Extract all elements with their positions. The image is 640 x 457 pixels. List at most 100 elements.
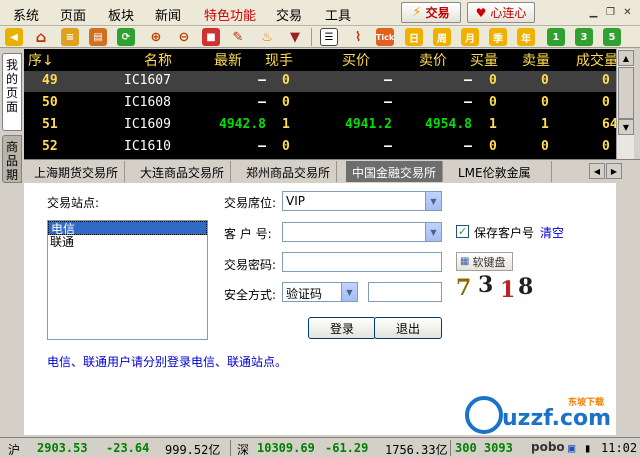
site-label: 交易站点: — [47, 196, 100, 210]
m1-label: 1 — [552, 31, 560, 43]
toolbar: ◀ ⌂ ≡ ▤ ⟳ ⊕ ⊖ ■ ✎ ♨ ▼ ☰ ⌇ Tick 日 周 月 季 年… — [0, 26, 640, 48]
security-value: 验证码 — [286, 287, 323, 301]
tab-czce[interactable]: 郑州商品交易所 — [240, 161, 338, 182]
tab-dce[interactable]: 大连商品交易所 — [134, 161, 232, 182]
quote-row[interactable]: 49 IC1607 — 0 — — 0 0 0 — [24, 71, 616, 92]
quote-row[interactable]: 51 IC1609 4942.8 1 4941.2 4954.8 1 1 64 — [24, 115, 616, 136]
header-ask[interactable]: 卖价 — [419, 50, 447, 70]
tab-products-label: 商品期 — [6, 140, 19, 182]
captcha-input[interactable] — [368, 282, 442, 302]
menu-special-features[interactable]: 特色功能 — [204, 5, 256, 24]
tab-scroll-left-icon[interactable]: ◀ — [589, 163, 605, 179]
chevron-down-icon[interactable]: ▼ — [425, 192, 441, 210]
tab-shfe[interactable]: 上海期货交易所 — [28, 161, 126, 182]
square-icon[interactable]: ■ — [202, 28, 220, 46]
menu-system[interactable]: 系统 — [13, 5, 39, 24]
row-ask-qty: 0 — [541, 73, 549, 88]
clear-link[interactable]: 清空 — [540, 224, 564, 241]
status-bar: 沪 2903.53 -23.64 999.52亿 深 10309.69 -61.… — [0, 437, 640, 457]
quote-table-header: 序↓ 名称 最新 现手 买价 卖价 买量 卖量 成交量 — [24, 49, 616, 69]
filter-icon[interactable]: ▼ — [286, 28, 304, 46]
menu-page[interactable]: 页面 — [60, 5, 86, 24]
close-icon[interactable]: ✕ — [620, 4, 635, 20]
pobo-logo: pobo — [531, 440, 565, 454]
scroll-up-icon[interactable]: ▲ — [618, 50, 634, 66]
alarm-icon[interactable]: ♨ — [258, 28, 276, 46]
tab-cffex[interactable]: 中国金融交易所 — [346, 161, 444, 182]
season-label: 季 — [493, 33, 503, 45]
season-icon[interactable]: 季 — [489, 28, 507, 46]
header-bid-qty[interactable]: 买量 — [470, 50, 498, 70]
login-button[interactable]: 登录 — [308, 317, 376, 339]
quote-list-icon[interactable]: ☰ — [320, 28, 338, 46]
tab-scroll-right-icon[interactable]: ▶ — [606, 163, 622, 179]
zoom-in-icon[interactable]: ⊕ — [147, 28, 165, 46]
account-select[interactable]: ▼ — [282, 222, 442, 242]
trade-button[interactable]: ⚡ 交易 — [401, 2, 461, 23]
home-icon[interactable]: ⌂ — [32, 28, 50, 46]
header-name[interactable]: 名称 — [144, 50, 172, 70]
refresh-icon[interactable]: ⟳ — [117, 28, 135, 46]
row-seq: 50 — [42, 95, 58, 110]
soft-keyboard-button[interactable]: ▦ 软键盘 — [456, 252, 513, 271]
tab-my-pages[interactable]: 我的页面 — [2, 53, 22, 131]
menu-tools[interactable]: 工具 — [325, 5, 351, 24]
network-icon: ▣ — [568, 441, 576, 455]
tab-my-pages-label: 我的页面 — [6, 58, 19, 114]
zoom-out-icon[interactable]: ⊖ — [175, 28, 193, 46]
row-bid-qty: 0 — [489, 95, 497, 110]
site-option[interactable]: 联通 — [48, 235, 207, 249]
keyboard-icon: ▦ — [460, 256, 470, 267]
password-field[interactable] — [282, 252, 442, 272]
header-volume[interactable]: 现手 — [265, 50, 293, 70]
stack-icon[interactable]: ≡ — [61, 28, 79, 46]
exit-button[interactable]: 退出 — [374, 317, 442, 339]
restore-icon[interactable]: ❐ — [603, 4, 618, 20]
seat-select[interactable]: VIP ▼ — [282, 191, 442, 211]
site-option[interactable]: 电信 — [48, 221, 207, 236]
security-label: 安全方式: — [224, 288, 277, 302]
menu-news[interactable]: 新闻 — [155, 5, 181, 24]
day-icon[interactable]: 日 — [405, 28, 423, 46]
year-icon[interactable]: 年 — [517, 28, 535, 46]
sh-label: 沪 — [8, 443, 21, 457]
save-account-checkbox[interactable]: ✓ — [456, 225, 469, 238]
pen-icon[interactable]: ✎ — [229, 28, 247, 46]
scroll-thumb[interactable] — [618, 67, 634, 119]
tab-products[interactable]: 商品期 — [2, 135, 22, 183]
tick-label: Tick — [375, 32, 395, 42]
month-icon[interactable]: 月 — [461, 28, 479, 46]
five-min-icon[interactable]: 5 — [603, 28, 621, 46]
site-listbox[interactable]: 电信 联通 — [47, 220, 208, 340]
week-icon[interactable]: 周 — [433, 28, 451, 46]
tab-lme[interactable]: LME伦敦金属 — [452, 161, 552, 182]
row-volume: 1 — [282, 117, 290, 132]
header-last[interactable]: 最新 — [214, 50, 242, 70]
captcha-image[interactable]: 7 3 1 8 — [456, 272, 536, 303]
quote-row[interactable]: 52 IC1610 — 0 — — 0 0 0 — [24, 137, 616, 158]
lianxin-button[interactable]: ♥ 心连心 — [467, 2, 535, 23]
minimize-icon[interactable]: ▁ — [586, 4, 601, 20]
quote-row[interactable]: 50 IC1608 — 0 — — 0 0 0 — [24, 93, 616, 114]
scroll-down-icon[interactable]: ▼ — [618, 119, 634, 135]
back-arrow-icon[interactable]: ◀ — [5, 28, 23, 46]
tick-icon[interactable]: Tick — [376, 28, 394, 46]
row-last: 4942.8 — [219, 117, 266, 132]
menu-sector[interactable]: 板块 — [108, 5, 134, 24]
sh-change: -23.64 — [106, 441, 150, 455]
security-select[interactable]: 验证码 ▼ — [282, 282, 358, 302]
menu-trade[interactable]: 交易 — [276, 5, 302, 24]
one-min-icon[interactable]: 1 — [547, 28, 565, 46]
row-bid: 4941.2 — [345, 117, 392, 132]
chevron-down-icon[interactable]: ▼ — [425, 223, 441, 241]
year-label: 年 — [521, 33, 531, 45]
header-seq[interactable]: 序↓ — [28, 50, 54, 70]
kline-icon[interactable]: ⌇ — [349, 28, 367, 46]
chevron-down-icon[interactable]: ▼ — [341, 283, 357, 301]
header-turnover[interactable]: 成交量 — [576, 50, 616, 70]
three-min-icon[interactable]: 3 — [575, 28, 593, 46]
news-icon[interactable]: ▤ — [89, 28, 107, 46]
header-bid[interactable]: 买价 — [342, 50, 370, 70]
header-ask-qty[interactable]: 卖量 — [522, 50, 550, 70]
quote-vertical-scrollbar[interactable]: ▲ ▼ — [616, 49, 634, 159]
